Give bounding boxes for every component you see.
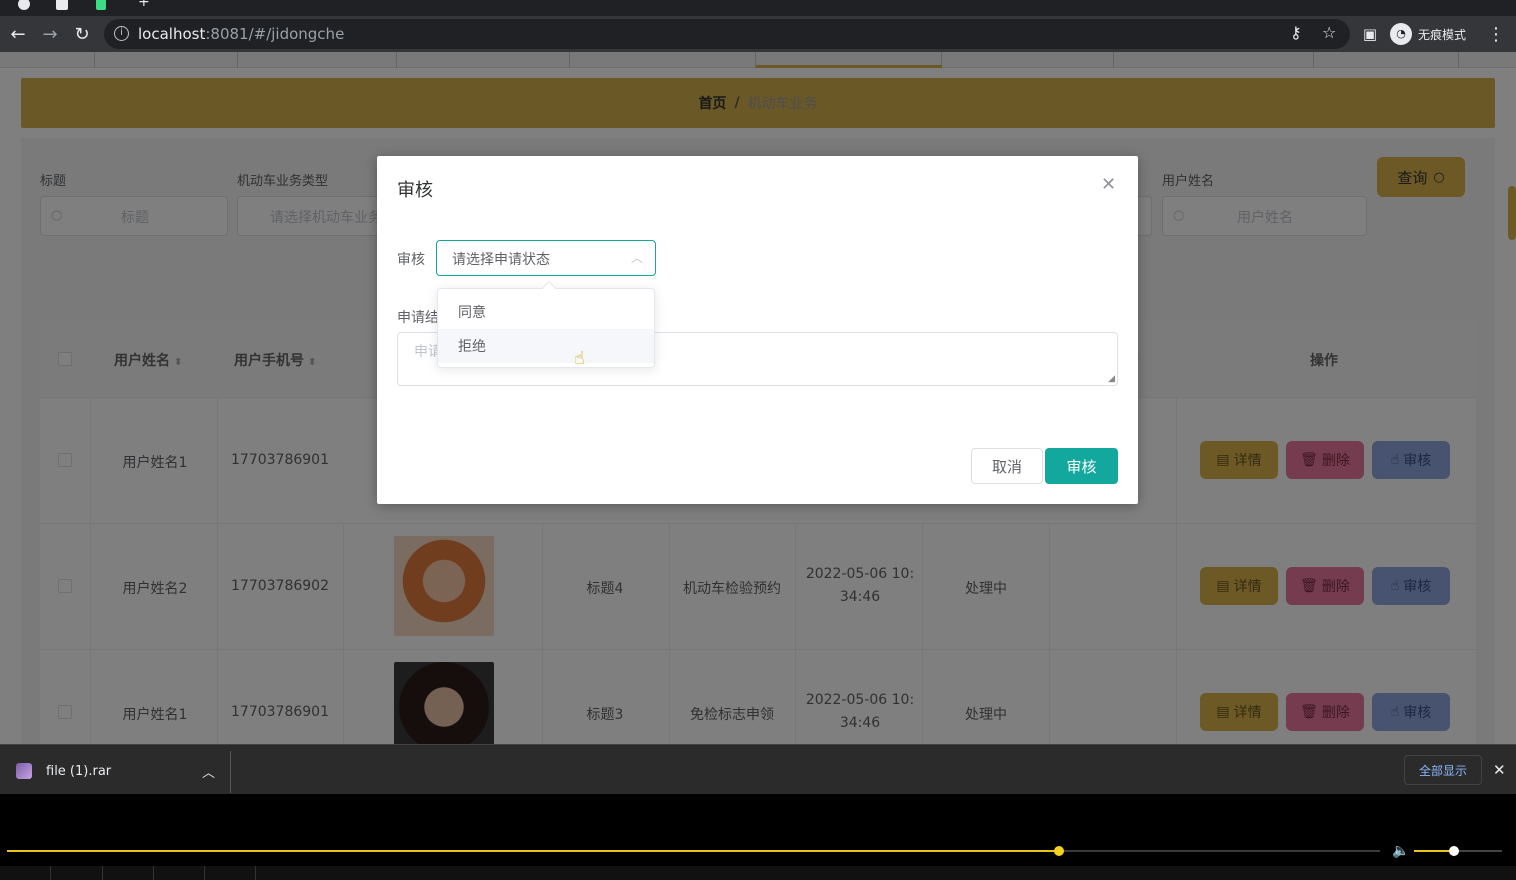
seek-handle[interactable] (1053, 846, 1064, 856)
status-dropdown: 同意 拒绝 (437, 280, 655, 368)
confirm-audit-button[interactable]: 审核 (1045, 448, 1118, 484)
url-text: localhost:8081/#/jidongche (138, 25, 345, 43)
sidebar-icon[interactable]: ▣ (1358, 22, 1382, 46)
back-icon[interactable]: ← (6, 22, 30, 46)
player-bottom-bar (0, 866, 1516, 880)
browser-toolbar: ← → ↻ i localhost:8081/#/jidongche ⚷ ☆ ▣… (0, 16, 1516, 52)
download-file-name[interactable]: file (1).rar (46, 764, 111, 779)
close-icon[interactable]: ✕ (1493, 761, 1506, 779)
status-label: 审核 (397, 252, 425, 268)
site-info-icon[interactable]: i (114, 26, 129, 41)
chevron-up-icon: ︿ (630, 251, 643, 265)
new-tab-icon[interactable]: + (138, 0, 150, 10)
incognito-indicator[interactable]: ◔ 无痕模式 (1390, 21, 1466, 47)
option-reject[interactable]: 拒绝 (438, 329, 654, 363)
video-player-controls: 🔈 (0, 794, 1516, 880)
result-label: 申请结 (397, 310, 439, 326)
rar-file-icon (16, 763, 32, 779)
status-select[interactable]: 请选择申请状态 ︿ (436, 240, 656, 276)
tab-search-icon[interactable] (56, 0, 68, 10)
resize-handle-icon[interactable]: ◢ (1108, 374, 1115, 384)
option-agree[interactable]: 同意 (438, 295, 654, 329)
volume-icon[interactable]: 🔈 (1392, 843, 1409, 859)
incognito-icon: ◔ (1390, 23, 1412, 45)
cancel-button[interactable]: 取消 (971, 448, 1043, 484)
seek-bar[interactable] (7, 850, 1380, 852)
menu-icon[interactable]: ⋮ (1484, 22, 1508, 46)
reload-icon[interactable]: ↻ (70, 22, 94, 46)
volume-handle[interactable] (1448, 846, 1459, 856)
download-bar: file (1).rar ︿ 全部显示 ✕ (0, 744, 1516, 794)
address-bar[interactable]: i localhost:8081/#/jidongche ⚷ ☆ (104, 19, 1350, 49)
browser-logo-icon (18, 0, 30, 10)
chevron-up-icon[interactable]: ︿ (202, 762, 215, 781)
key-icon[interactable]: ⚷ (1290, 23, 1302, 42)
bookmark-star-icon[interactable]: ☆ (1322, 23, 1336, 42)
show-all-downloads-button[interactable]: 全部显示 (1404, 755, 1482, 785)
dialog-title: 审核 (397, 180, 433, 201)
browser-tab-strip: + (0, 0, 1516, 16)
web-page: 首页 / 机动车业务 标题 ○ 标题 机动车业务类型 请选择机动车业务类型 用户… (0, 52, 1516, 744)
pointer-hand-icon: ☝ (574, 348, 585, 369)
close-icon[interactable]: ✕ (1101, 174, 1116, 195)
vue-tab-icon[interactable] (96, 0, 106, 10)
forward-icon[interactable]: → (38, 22, 62, 46)
